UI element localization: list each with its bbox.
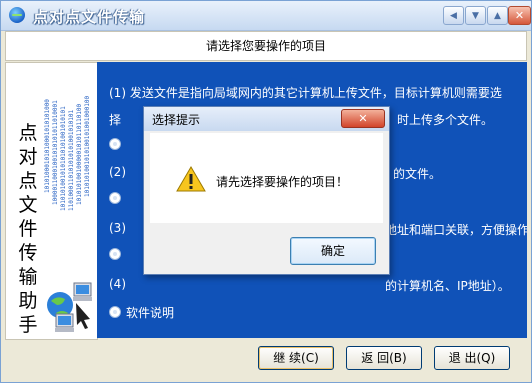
ok-button[interactable]: 确定: [290, 237, 376, 265]
radio-icon[interactable]: [109, 138, 121, 150]
left-banner: 10101000101010001010101000 1000011000100…: [5, 62, 98, 340]
title-char: 输: [18, 266, 38, 288]
binary-line: 1010101001010100101001000100: [84, 95, 91, 197]
exit-button[interactable]: 退 出(Q): [434, 346, 510, 370]
title-char: 文: [18, 194, 38, 216]
dialog-title: 选择提示: [152, 113, 201, 127]
back-button[interactable]: 返 回(B): [346, 346, 422, 370]
maximize-icon[interactable]: ▲: [487, 6, 508, 25]
option-1-desc: (1) 发送文件是指向局域网内的其它计算机上传文件，目标计算机则需要选: [109, 86, 502, 100]
title-bar[interactable]: 点对点文件传输 ◀ ▼ ▲ ✕: [1, 1, 531, 31]
option-3-radio[interactable]: [109, 248, 126, 262]
network-computers-icon: [47, 282, 92, 332]
dialog-close-button[interactable]: ✕: [341, 109, 385, 128]
help-option[interactable]: 软件说明: [109, 304, 174, 321]
title-char: 助: [18, 290, 38, 312]
binary-line: 10000110001001010101011010001: [52, 100, 59, 205]
option-4-prefix: (4): [109, 277, 126, 291]
title-char: 手: [18, 314, 38, 336]
title-char: 点: [18, 122, 38, 144]
close-icon[interactable]: ✕: [508, 6, 531, 25]
minimize-icon[interactable]: ▼: [465, 6, 486, 25]
binary-line: 10101010010101010101001010101: [60, 106, 67, 211]
option-1-desc-tail: 时上传多个文件。: [397, 113, 494, 127]
continue-button[interactable]: 继 续(C): [258, 346, 334, 370]
vertical-title: 点 对 点 文 件 传 输 助 手: [16, 121, 40, 337]
binary-line: 10101000101010001010101000: [44, 99, 51, 193]
back-nav-icon[interactable]: ◀: [443, 6, 464, 25]
globe-app-icon: [9, 7, 25, 23]
dialog-body: 请先选择要操作的项目！: [150, 133, 383, 223]
dialog-message: 请先选择要操作的项目！: [216, 175, 349, 189]
option-2-radio[interactable]: [109, 192, 126, 206]
title-char: 点: [18, 170, 38, 192]
title-char: 件: [18, 218, 38, 240]
option-4-desc-tail: 的计算机名、IP地址）。: [385, 279, 510, 293]
option-1-desc-cont: 择: [109, 113, 122, 127]
page-title: 请选择您要操作的项目: [5, 31, 527, 61]
radio-icon[interactable]: [109, 192, 121, 204]
radio-icon[interactable]: [109, 306, 121, 318]
binary-line: 1101000110101010101001010101: [68, 109, 75, 211]
button-bar: 继 续(C) 返 回(B) 退 出(Q): [5, 340, 527, 378]
option-1-radio[interactable]: [109, 138, 126, 152]
option-2-desc-tail: 的文件。: [393, 167, 442, 181]
window-title: 点对点文件传输: [33, 8, 146, 26]
binary-line: 1010101001000001010110110100: [76, 103, 83, 205]
dialog-title-bar[interactable]: 选择提示 ✕: [144, 107, 389, 131]
dialog-footer: 确定: [144, 223, 389, 274]
option-3-desc-tail: 地址和端口关联，方便操作。: [385, 223, 527, 237]
help-option-label: 软件说明: [126, 306, 175, 320]
title-char: 传: [18, 242, 38, 264]
warning-icon: [176, 166, 206, 192]
title-char: 对: [18, 146, 38, 168]
option-2-prefix: (2): [109, 165, 126, 179]
radio-icon[interactable]: [109, 248, 121, 260]
option-3-prefix: (3): [109, 221, 126, 235]
selection-alert-dialog: 选择提示 ✕ 请先选择要操作的项目！ 确定: [143, 106, 390, 275]
